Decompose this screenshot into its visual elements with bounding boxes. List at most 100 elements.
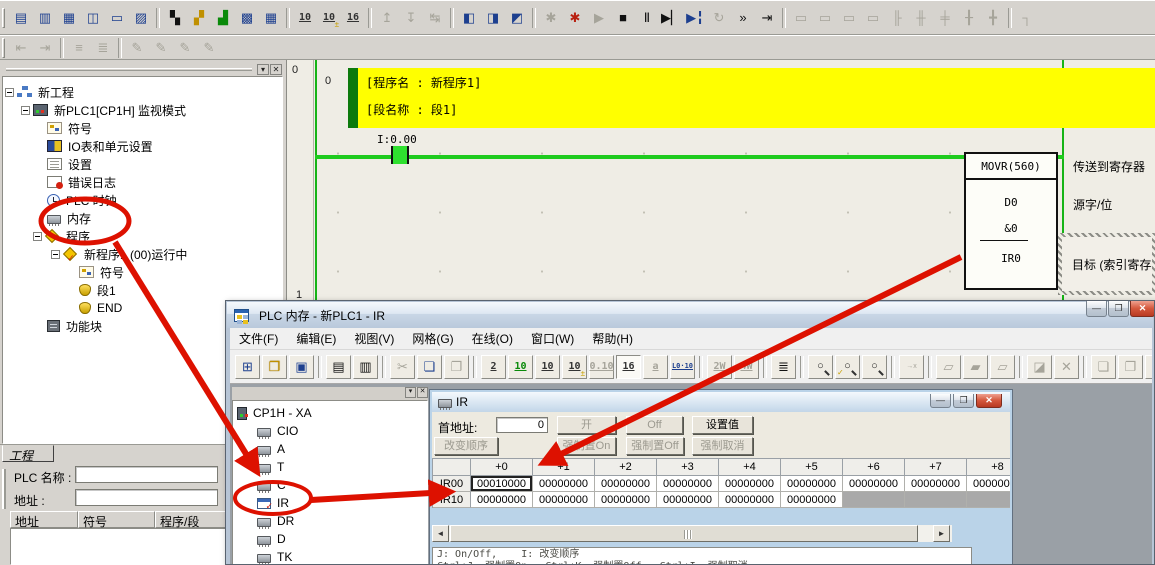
value-cell[interactable]: 00000000	[657, 492, 719, 508]
show-rung-annotations-icon[interactable]: ≣	[92, 37, 114, 59]
new-closed-coil-icon[interactable]: ╋	[982, 7, 1004, 29]
change-monitor-icon[interactable]: ▰	[963, 355, 988, 379]
compare-program-icon[interactable]: ↹	[424, 7, 446, 29]
fill-data-icon[interactable]: ◪	[1027, 355, 1052, 379]
memory-window-titlebar[interactable]: PLC 内存 - 新PLC1 - IR	[227, 302, 1153, 328]
new-or-contact-icon[interactable]: ╪	[934, 7, 956, 29]
zoom-icon[interactable]: ○	[862, 355, 887, 379]
set-value-button[interactable]: 设置值	[692, 416, 753, 434]
run-to-end-icon[interactable]: ⇥	[756, 7, 778, 29]
panel-close-button[interactable]: ✕	[270, 64, 282, 75]
panel-menu-button[interactable]: ▾	[257, 64, 269, 75]
undo-edit-icon[interactable]: ✎	[150, 37, 172, 59]
tree-item-settings[interactable]: 设置	[3, 155, 282, 173]
symbol-table-icon[interactable]: ▞	[188, 7, 210, 29]
value-cell[interactable]: 00000000	[533, 476, 595, 492]
two-word-icon[interactable]: 2W	[707, 355, 732, 379]
cancel-transfer-icon[interactable]: ✕	[1054, 355, 1079, 379]
transfer-up-icon[interactable]: ↥	[376, 7, 398, 29]
tree-item-io-table[interactable]: IO表和单元设置	[3, 137, 282, 155]
tree-item-t[interactable]: T	[233, 458, 427, 476]
monitor-decimal-icon[interactable]: 10	[294, 7, 316, 29]
output-window-icon[interactable]: ◫	[82, 7, 104, 29]
tree-item-c[interactable]: C	[233, 476, 427, 494]
minimize-button[interactable]: —	[1086, 301, 1107, 317]
ladder-view-icon[interactable]: ▩	[236, 7, 258, 29]
value-cell[interactable]: 00000000	[967, 476, 1010, 492]
menu-item[interactable]: 文件(F)	[230, 327, 287, 350]
value-cell-empty[interactable]	[843, 492, 905, 508]
value-cell[interactable]: 00000000	[781, 492, 843, 508]
collapse-icon[interactable]	[51, 250, 60, 259]
cross-reference-icon[interactable]: ▭	[106, 7, 128, 29]
mnemonic-view-icon[interactable]: ▦	[260, 7, 282, 29]
close-button[interactable]: ✕	[1130, 301, 1155, 317]
redo-edit-icon[interactable]: ✎	[174, 37, 196, 59]
four-word-icon[interactable]: 4W	[734, 355, 759, 379]
cut-icon[interactable]: ✂	[390, 355, 415, 379]
menu-item[interactable]: 编辑(E)	[287, 327, 345, 350]
stop-icon[interactable]: ■	[612, 7, 634, 29]
new-window-icon[interactable]: ▤	[10, 7, 32, 29]
force-cancel-button[interactable]: 强制取消	[692, 437, 753, 455]
menu-item[interactable]: 视图(V)	[345, 327, 403, 350]
menu-item[interactable]: 帮助(H)	[583, 327, 642, 350]
compile-icon[interactable]: ▚	[164, 7, 186, 29]
binary-format-icon[interactable]: 2	[481, 355, 506, 379]
ir-restore-button[interactable]: ❐	[953, 394, 974, 408]
value-cell-empty[interactable]	[905, 492, 967, 508]
panel-close-button[interactable]: ✕	[417, 387, 428, 398]
value-cell[interactable]: 00000000	[781, 476, 843, 492]
ascii-format-icon[interactable]: a	[643, 355, 668, 379]
transfer-options-icon[interactable]: ◩	[506, 7, 528, 29]
tree-item-plc-clock[interactable]: PLC 时钟	[3, 191, 282, 209]
tree-item-plc[interactable]: 新PLC1[CP1H] 监视模式	[3, 101, 282, 119]
decimal-format-icon[interactable]: 10	[535, 355, 560, 379]
address-field[interactable]	[75, 489, 218, 506]
tree-item-error-log[interactable]: 错误日志	[3, 173, 282, 191]
step-into-icon[interactable]: ▶╏	[684, 7, 706, 29]
pause-monitoring-icon[interactable]: ✱	[540, 7, 562, 29]
tree-item-ir[interactable]: IR	[233, 494, 427, 512]
panel-menu-button[interactable]: ▾	[405, 387, 416, 398]
tree-item-program1[interactable]: 新程序1 (00)运行中	[3, 245, 282, 263]
toolbar-grip[interactable]	[2, 38, 5, 58]
ir-window-titlebar[interactable]: IR	[432, 392, 1010, 412]
properties-icon[interactable]: ▨	[130, 7, 152, 29]
panel-drag-bar[interactable]	[6, 68, 252, 71]
address-format-icon[interactable]: L0·10	[670, 355, 695, 379]
monitor-hex-icon[interactable]: 16	[342, 7, 364, 29]
off-button[interactable]: Off	[626, 416, 683, 434]
print-icon[interactable]: ▤	[326, 355, 351, 379]
new-closed-contact-icon[interactable]: ╫	[910, 7, 932, 29]
tree-item-cio[interactable]: CIO	[233, 422, 427, 440]
force-off-button[interactable]: 强制置Off	[626, 437, 684, 455]
bcd-format-icon[interactable]: 10	[508, 355, 533, 379]
copy-icon[interactable]: ❏	[417, 355, 442, 379]
new-contact-icon[interactable]: ╟	[886, 7, 908, 29]
print-preview-icon[interactable]: ▥	[353, 355, 378, 379]
paste-icon[interactable]: ❐	[444, 355, 469, 379]
menu-item[interactable]: 网格(G)	[403, 327, 462, 350]
scrollbar-thumb[interactable]	[450, 525, 918, 542]
ir-minimize-button[interactable]: —	[930, 394, 951, 408]
new-coil-icon[interactable]: ╂	[958, 7, 980, 29]
value-cell[interactable]: 00000000	[595, 492, 657, 508]
value-cell[interactable]: 00000000	[657, 476, 719, 492]
tree-item-tk[interactable]: TK	[233, 548, 427, 565]
section-list-icon[interactable]: ▟	[212, 7, 234, 29]
find-icon[interactable]: ○	[808, 355, 833, 379]
step-run-icon[interactable]: ▶▏	[660, 7, 682, 29]
text-mode-icon[interactable]: ▭	[862, 7, 884, 29]
tree-item-section1[interactable]: 段1	[3, 281, 282, 299]
tree-item-memory[interactable]: 内存	[3, 209, 282, 227]
new-vertical-line-icon[interactable]: ┐	[1016, 7, 1038, 29]
transfer-down-icon[interactable]: ↧	[400, 7, 422, 29]
value-cell[interactable]: 00000000	[471, 492, 533, 508]
show-comments-icon[interactable]: ≡	[68, 37, 90, 59]
on-button[interactable]: 开	[557, 416, 616, 434]
force-on-button[interactable]: 强制置On	[557, 437, 616, 455]
monitor-mode-icon[interactable]: ◨	[482, 7, 504, 29]
selection-mode-icon[interactable]: ▭	[790, 7, 812, 29]
collapse-icon[interactable]	[5, 88, 14, 97]
